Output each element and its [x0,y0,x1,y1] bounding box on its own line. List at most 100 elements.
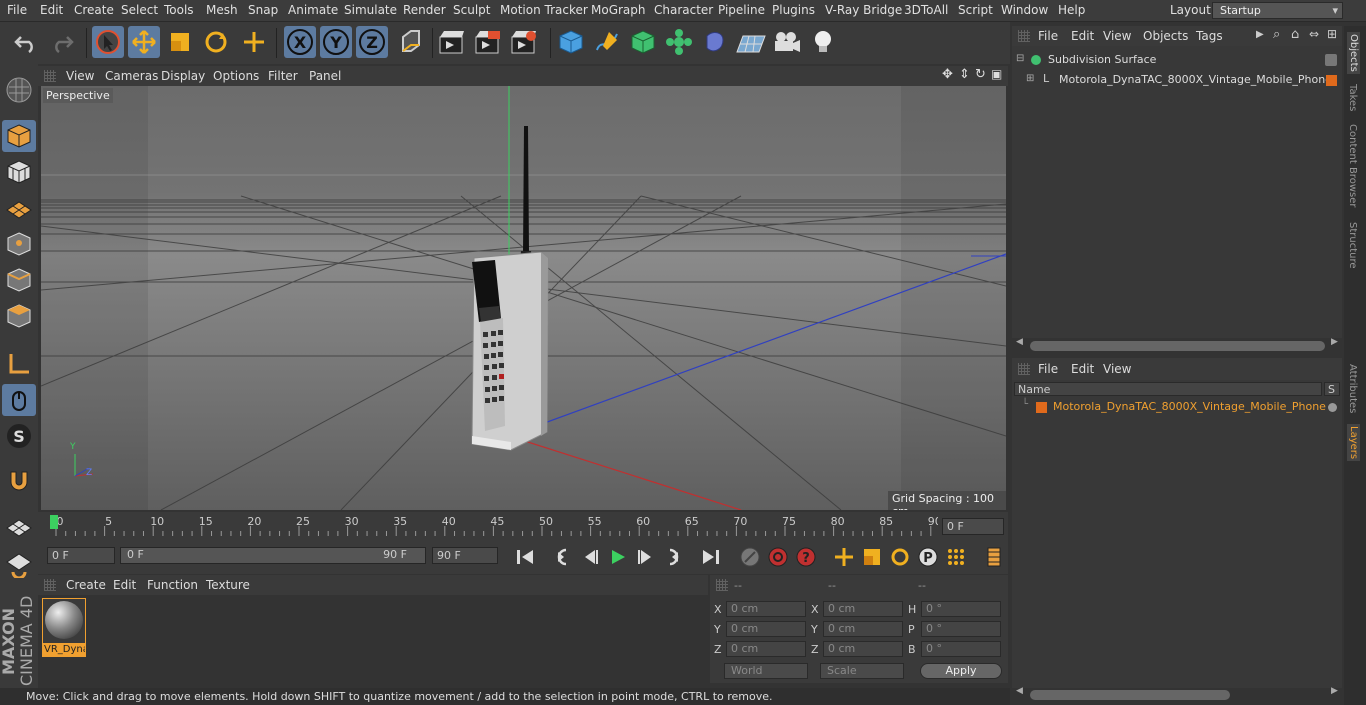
object-menu-edit[interactable]: Edit [1071,29,1094,43]
end-frame-field[interactable]: 90 F [432,547,498,564]
keyframe-selection-icon[interactable]: ? [793,544,819,570]
timeline-playhead[interactable] [50,515,58,529]
tab-structure[interactable]: Structure [1347,222,1358,269]
viewport-menu-display[interactable]: Display [161,69,205,83]
tree-toggle-icon[interactable]: ⊟ [1016,53,1024,64]
camera-icon[interactable] [771,26,803,58]
x-axis-lock-icon[interactable]: X [284,26,316,58]
cloner-icon[interactable] [663,26,695,58]
position-y-field[interactable]: 0 cm [726,621,806,637]
object-menu-objects[interactable]: Objects [1143,29,1188,43]
rotation-h-field[interactable]: 0 ° [921,601,1001,617]
object-list-scrollbar[interactable] [1030,341,1325,351]
render-to-picture-viewer-icon[interactable] [472,26,504,58]
timeline-ruler[interactable]: 051015202530354045505560657075808590 0 F [38,512,1008,540]
menu-help[interactable]: Help [1058,3,1085,17]
layer-menu-view[interactable]: View [1103,362,1131,376]
menu-create[interactable]: Create [74,3,114,17]
record-keys-icon[interactable] [737,544,763,570]
key-position-icon[interactable] [831,544,857,570]
scroll-left-icon[interactable]: ◀ [1016,686,1023,696]
menu-mograph[interactable]: MoGraph [591,3,646,17]
panel-grip-icon[interactable] [1018,363,1030,375]
menu-mesh[interactable]: Mesh [206,3,238,17]
menu-tools[interactable]: Tools [164,3,194,17]
coordinate-mode-dropdown[interactable]: World [724,663,808,679]
panel-grip-icon[interactable] [44,70,56,82]
frame-range-slider[interactable]: 0 F 90 F [120,547,426,564]
panel-grip-icon[interactable] [716,579,728,591]
coordinate-type-dropdown[interactable]: Scale [820,663,904,679]
viewport-menu-options[interactable]: Options [213,69,259,83]
apply-button[interactable]: Apply [920,663,1002,679]
floor-scene-icon[interactable] [735,26,767,58]
home-icon[interactable]: ⌂ [1291,27,1299,42]
deformer-icon[interactable] [699,26,731,58]
material-menu-create[interactable]: Create [66,578,106,592]
rotate-tool-icon[interactable] [200,26,232,58]
autokeying-icon[interactable] [765,544,791,570]
points-mode-icon[interactable] [2,228,36,260]
search-icon[interactable]: ⌕ [1273,27,1280,42]
scroll-right-icon[interactable]: ▶ [1331,686,1338,696]
position-z-field[interactable]: 0 cm [726,641,806,657]
render-settings-icon[interactable] [508,26,540,58]
move-tool-icon[interactable] [128,26,160,58]
material-menu-edit[interactable]: Edit [113,578,136,592]
material-menu-texture[interactable]: Texture [206,578,250,592]
object-menu-tags[interactable]: Tags [1196,29,1223,43]
z-axis-lock-icon[interactable]: Z [356,26,388,58]
viewport-menu-panel[interactable]: Panel [309,69,341,83]
object-menu-view[interactable]: View [1103,29,1131,43]
workplane-lock-icon[interactable] [2,512,36,544]
material-menu-function[interactable]: Function [147,578,198,592]
viewport-menu-filter[interactable]: Filter [268,69,298,83]
menu-arrow-icon[interactable]: ▶ [1256,29,1264,40]
rotation-b-field[interactable]: 0 ° [921,641,1001,657]
scale-tool-icon[interactable] [164,26,196,58]
menu-select[interactable]: Select [121,3,158,17]
tab-objects[interactable]: Objects [1347,32,1360,74]
menu-character[interactable]: Character [654,3,713,17]
material-swatch[interactable]: VR_Dyna [42,598,86,657]
subdivision-surface-icon[interactable] [627,26,659,58]
menu-motion-tracker[interactable]: Motion Tracker [500,3,588,17]
key-parameter-icon[interactable]: P [915,544,941,570]
menu-window[interactable]: Window [1001,3,1048,17]
menu-plugins[interactable]: Plugins [772,3,815,17]
menu-pipeline[interactable]: Pipeline [718,3,765,17]
live-selection-icon[interactable] [92,26,124,58]
size-y-field[interactable]: 0 cm [823,621,903,637]
menu-snap[interactable]: Snap [248,3,278,17]
menu-sculpt[interactable]: Sculpt [453,3,490,17]
previous-keyframe-icon[interactable] [549,544,575,570]
pen-spline-icon[interactable] [591,26,623,58]
object-row[interactable]: ⊟ Subdivision Surface [1012,52,1342,69]
y-axis-lock-icon[interactable]: Y [320,26,352,58]
redo-icon[interactable] [46,26,78,58]
snap-magnet-icon[interactable] [2,466,36,498]
new-window-icon[interactable]: ⊞ [1327,27,1337,41]
light-icon[interactable] [807,26,839,58]
viewport-pan-icon[interactable]: ✥ [942,67,953,82]
coordinate-system-icon[interactable] [394,26,426,58]
menu-render[interactable]: Render [403,3,446,17]
tree-toggle-icon[interactable]: ⊞ [1026,73,1034,84]
next-keyframe-icon[interactable] [661,544,687,570]
solo-column-header[interactable]: S [1324,382,1340,396]
viewport-zoom-icon[interactable]: ⇕ [959,67,970,82]
key-rotation-icon[interactable] [887,544,913,570]
layer-row[interactable]: └ Motorola_DynaTAC_8000X_Vintage_Mobile_… [1012,399,1342,415]
menu-file[interactable]: File [7,3,27,17]
scroll-left-icon[interactable]: ◀ [1016,337,1023,347]
tab-takes[interactable]: Takes [1347,84,1358,111]
key-scale-icon[interactable] [859,544,885,570]
viewport-menu-view[interactable]: View [66,69,94,83]
layer-color-icon[interactable] [1326,75,1337,86]
object-row[interactable]: ⊞ L Motorola_DynaTAC_8000X_Vintage_Mobil… [1012,72,1342,89]
tab-layers[interactable]: Layers [1347,424,1360,462]
position-x-field[interactable]: 0 cm [726,601,806,617]
start-frame-field[interactable]: 0 F [47,547,115,564]
viewport-camera-label[interactable]: Perspective [43,88,113,103]
layer-color-swatch[interactable] [1036,402,1047,413]
